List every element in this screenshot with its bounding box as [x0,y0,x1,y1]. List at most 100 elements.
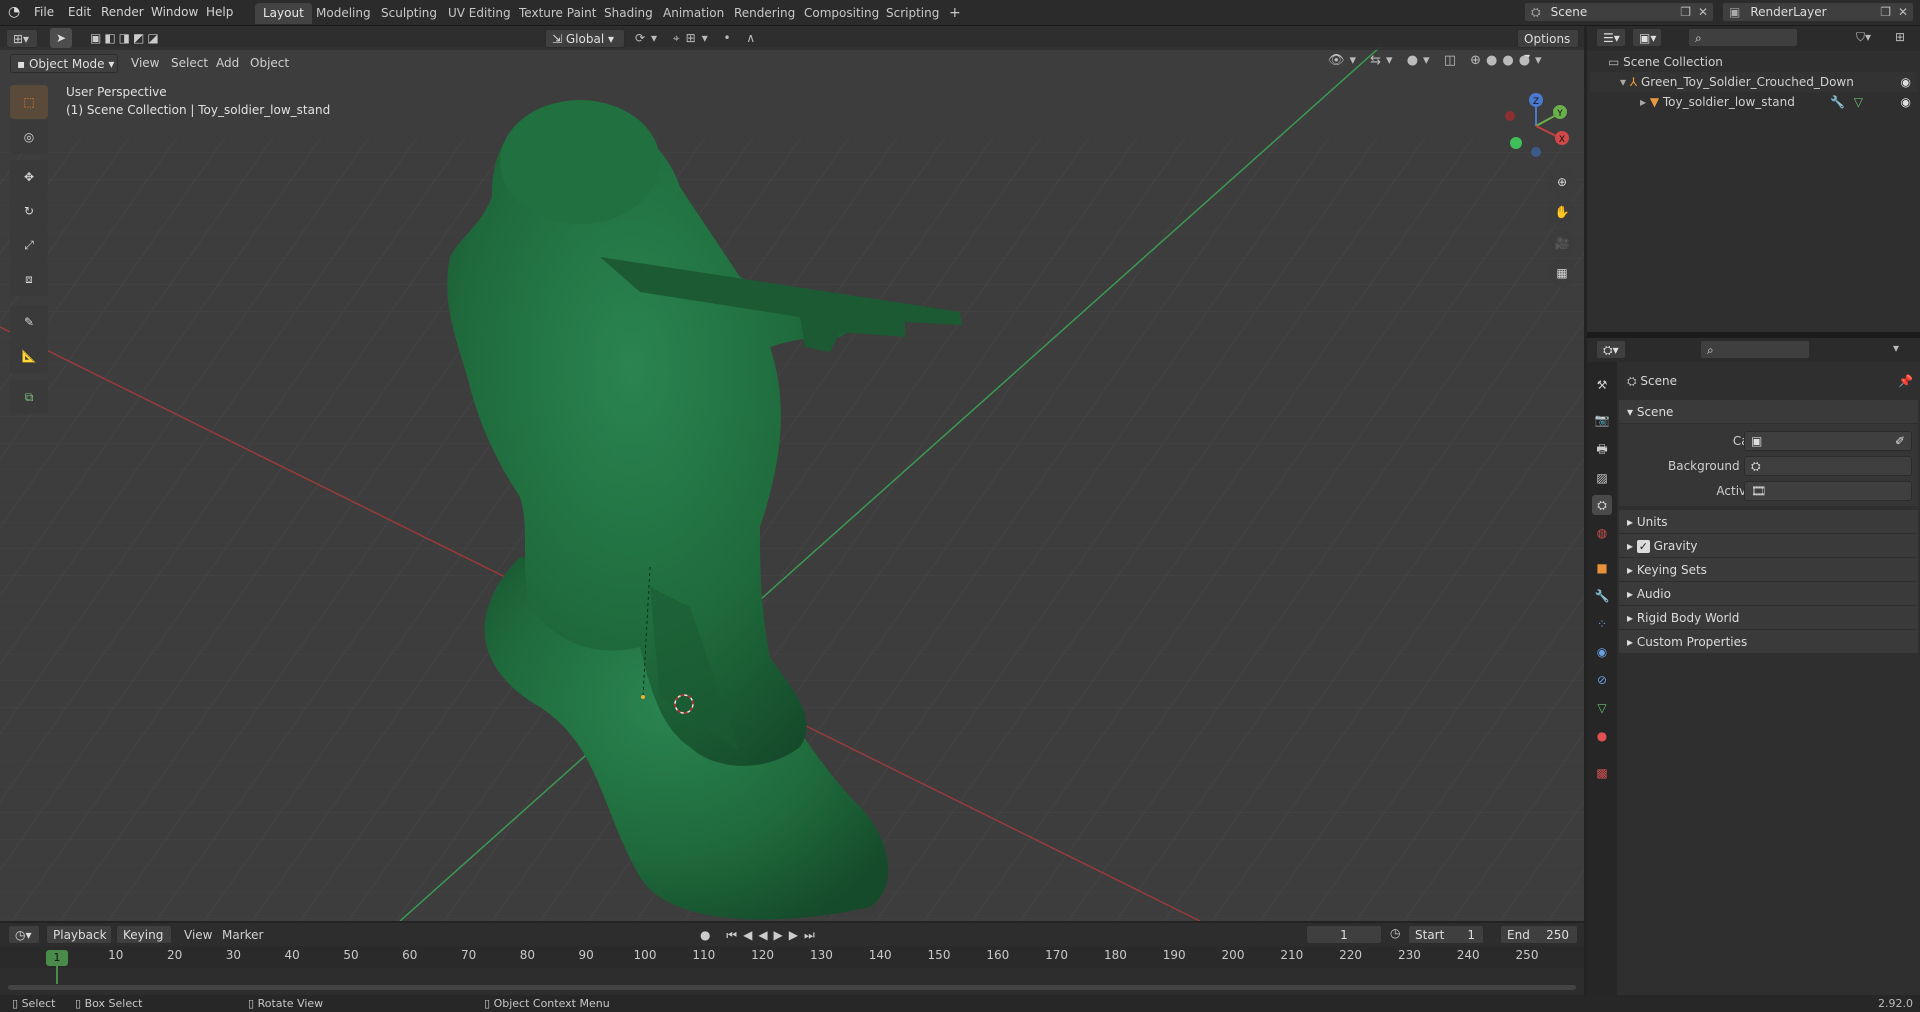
view-menu[interactable]: View [131,54,159,72]
scene-panel-header[interactable]: ▾ Scene [1619,400,1918,424]
tab-layout[interactable]: Layout [255,3,312,24]
start-frame-field[interactable]: Start 1 [1408,925,1484,944]
outliner-root[interactable]: ▭ Scene Collection [1590,52,1917,72]
timeline-editor-type-icon[interactable]: ◷▾ [8,925,40,944]
menu-window[interactable]: Window [151,0,198,24]
playback-menu[interactable]: Playback ▾ [46,925,112,960]
transform-tool[interactable]: ⧈ [10,262,48,296]
render-tab-icon[interactable]: 📷 [1592,410,1612,430]
orientation-dropdown[interactable]: ⇲ Global ▾ [545,29,625,48]
background-scene-field[interactable]: ⛭ [1744,456,1912,476]
blender-logo-icon[interactable]: ◔ [8,3,26,21]
tab-modeling[interactable]: Modeling [308,3,379,24]
view-layer-tab-icon[interactable]: ▨ [1592,468,1612,488]
scale-tool[interactable]: ⤢ [10,228,48,262]
material-tab-icon[interactable]: ● [1592,726,1612,746]
physics-tab-icon[interactable]: ◉ [1592,642,1612,662]
rigid-body-world-panel[interactable]: ▸ Rigid Body World [1619,606,1918,630]
properties-search-input[interactable]: ⌕ [1700,340,1810,359]
close-layer-icon[interactable]: ✕ [1898,3,1908,21]
mode-dropdown[interactable]: ▪ Object Mode ▾ [10,54,118,73]
properties-options-icon[interactable]: ▾ [1893,341,1899,355]
audio-panel[interactable]: ▸ Audio [1619,582,1918,606]
tab-compositing[interactable]: Compositing [796,3,887,24]
texture-tab-icon[interactable]: ▩ [1592,763,1612,783]
object-menu[interactable]: Object [250,54,289,72]
particles-tab-icon[interactable]: ⁘ [1592,614,1612,634]
menu-file[interactable]: File [34,0,54,24]
gravity-panel[interactable]: ▸ ✓ Gravity [1619,534,1918,558]
object-tab-icon[interactable]: ■ [1592,558,1612,578]
expand-arrow-icon[interactable]: ▾ [1620,75,1630,89]
add-cube-tool[interactable]: ⧉ [10,380,48,414]
current-frame-field[interactable]: 1 [1306,925,1382,944]
timeline-scrollbar[interactable] [8,985,1576,990]
add-workspace-button[interactable]: + [941,3,969,24]
tab-animation[interactable]: Animation [655,3,732,24]
pin-icon[interactable]: 📌 [1898,371,1913,391]
active-clip-field[interactable]: 🎞 [1744,481,1912,501]
timeline-marker-menu[interactable]: Marker [222,926,263,944]
world-tab-icon[interactable]: ◍ [1592,523,1612,543]
tab-texture-paint[interactable]: Texture Paint [511,3,604,24]
scene-selector[interactable]: ⛭ Scene ❐ ✕ [1524,2,1714,22]
rotate-tool[interactable]: ↻ [10,194,48,228]
custom-properties-panel[interactable]: ▸ Custom Properties [1619,630,1918,654]
modifier-tab-icon[interactable]: 🔧 [1592,586,1612,606]
viewport-overlay-shading-icons[interactable]: 👁▾ ⇆▾ ●▾ ◫ ⊕●●●▾ [1328,53,1584,73]
scene-tab-icon[interactable]: ⛭ [1592,495,1612,515]
snapping-proportional-icons[interactable]: ⟳▾ ⌖⊞▾ • ∧ [635,29,915,48]
constraints-tab-icon[interactable]: ⊘ [1592,670,1612,690]
copy-layer-icon[interactable]: ❐ [1880,3,1891,21]
end-frame-field[interactable]: End 250 [1500,925,1578,944]
options-dropdown[interactable]: Options ▾ [1517,29,1579,64]
outliner-search-input[interactable]: ⌕ [1688,28,1798,47]
select-tool-icon[interactable]: ➤ [50,28,72,48]
ortho-grid-icon[interactable]: ▦ [1548,259,1576,287]
menu-help[interactable]: Help [206,0,233,24]
filter-icon[interactable]: ⛉▾ [1856,30,1871,45]
playhead[interactable]: 1 [46,950,68,966]
cursor-tool[interactable]: ◎ [10,120,48,154]
tab-uv-editing[interactable]: UV Editing [440,3,519,24]
camera-view-icon[interactable]: 🎥 [1548,229,1576,257]
tab-sculpting[interactable]: Sculpting [373,3,445,24]
select-menu[interactable]: Select [171,54,208,72]
gravity-checkbox[interactable]: ✓ [1636,540,1650,553]
units-panel[interactable]: ▸ Units [1619,510,1918,534]
output-tab-icon[interactable]: 🖶 [1592,440,1612,460]
editor-type-button[interactable]: ⊞▾ [6,29,38,48]
selection-mode-icons[interactable]: ▣◧◨◩◪ [90,29,185,47]
view-layer-selector[interactable]: ▣ RenderLayer ❐ ✕ [1722,2,1914,22]
tab-rendering[interactable]: Rendering [726,3,803,24]
keying-menu[interactable]: Keying ▾ [116,925,172,960]
measure-tool[interactable]: 📐 [10,339,48,373]
display-mode-icon[interactable]: ▣▾ [1632,28,1662,47]
outliner-item-soldier[interactable]: ▾ ⅄ Green_Toy_Soldier_Crouched_Down ◉ [1590,72,1917,92]
navigation-gizmo[interactable]: Z Y X [1498,88,1574,164]
3d-viewport[interactable] [0,47,1584,921]
eyedropper-icon[interactable]: ✐ [1895,432,1905,450]
data-tab-icon[interactable]: ▽ [1592,698,1612,718]
pan-hand-icon[interactable]: ✋ [1548,198,1576,226]
expand-arrow-icon[interactable]: ▸ [1640,95,1650,109]
close-scene-icon[interactable]: ✕ [1698,3,1708,21]
camera-field[interactable]: ▣ ✐ [1744,431,1912,451]
stopwatch-icon[interactable]: ◷ [1390,926,1400,940]
timeline-view-menu[interactable]: View [184,926,212,944]
zoom-icon[interactable]: ⊕ [1548,168,1576,196]
playback-controls[interactable]: ● ⏮◀◀▶▶⏭ [700,926,870,944]
properties-type-icon[interactable]: ⛭▾ [1596,340,1626,359]
copy-scene-icon[interactable]: ❐ [1680,3,1691,21]
visibility-eye-icon[interactable]: ◉ [1901,92,1911,112]
tab-scripting[interactable]: Scripting [878,3,947,24]
add-menu[interactable]: Add [216,54,239,72]
visibility-eye-icon[interactable]: ◉ [1901,72,1911,92]
move-tool[interactable]: ✥ [10,160,48,194]
new-collection-icon[interactable]: ⊞ [1895,30,1905,44]
tool-tab-icon[interactable]: ⚒ [1592,375,1612,395]
outliner-type-icon[interactable]: ☰▾ [1596,28,1626,47]
menu-edit[interactable]: Edit [68,0,91,24]
tab-shading[interactable]: Shading [596,3,661,24]
annotate-tool[interactable]: ✎ [10,305,48,339]
